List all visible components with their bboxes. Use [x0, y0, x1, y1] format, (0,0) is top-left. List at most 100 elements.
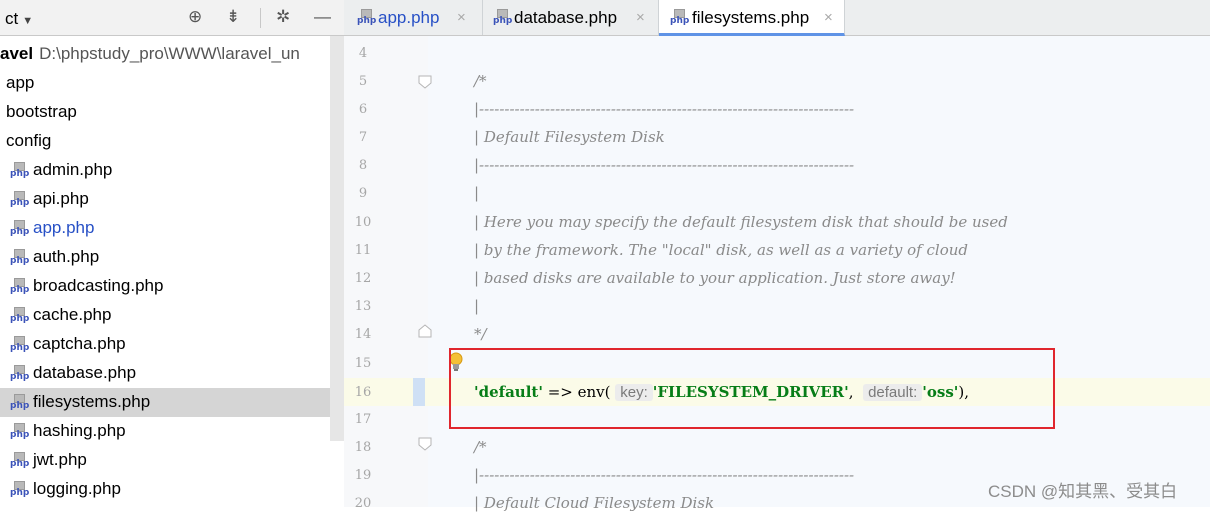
code-comment-line: /* — [474, 72, 487, 90]
globe-icon[interactable]: ⊕ — [188, 7, 202, 27]
php-file-icon: php — [493, 9, 512, 26]
php-file-icon: php — [10, 191, 29, 208]
line-number: 12 — [354, 271, 372, 286]
root-name: avel — [0, 44, 34, 63]
tree-file-label: auth.php — [33, 247, 100, 266]
highlight-annotation-box — [449, 348, 1055, 429]
line-number: 7 — [358, 130, 368, 145]
php-file-icon: php — [357, 9, 376, 26]
tree-file-item[interactable]: php broadcasting.php — [0, 272, 330, 301]
gear-icon[interactable]: ✲ — [276, 7, 290, 27]
code-comment-line: |---------------------------------------… — [474, 466, 855, 484]
tree-file-item[interactable]: php jwt.php — [0, 446, 330, 475]
line-number: 13 — [354, 299, 372, 314]
php-file-icon: php — [10, 423, 29, 440]
tree-file-label: jwt.php — [33, 450, 87, 469]
code-comment-line: |---------------------------------------… — [474, 100, 855, 118]
tab-label: app.php — [378, 8, 440, 27]
fold-end-marker-icon[interactable] — [418, 324, 432, 338]
php-file-icon: php — [10, 452, 29, 469]
php-file-icon: php — [10, 162, 29, 179]
tree-folder-config[interactable]: config — [0, 127, 330, 156]
tree-file-label: broadcasting.php — [33, 276, 164, 295]
line-number: 19 — [354, 468, 372, 483]
tree-file-label: app.php — [33, 218, 95, 237]
tab-database-php[interactable]: php database.php × — [483, 0, 659, 35]
tree-file-label: cache.php — [33, 305, 112, 324]
line-number: 8 — [358, 158, 368, 173]
tree-file-item[interactable]: php cache.php — [0, 301, 330, 330]
project-panel: ct ▼ ⊕ ⇟ ✲ — avel D:\phpstudy_pro\WWW\lara… — [0, 0, 344, 507]
tree-file-item[interactable]: php admin.php — [0, 156, 330, 185]
tree-file-item[interactable]: php logging.php — [0, 475, 330, 504]
line-number: 5 — [358, 74, 368, 89]
code-comment-line: | based disks are available to your appl… — [474, 269, 956, 287]
close-icon[interactable]: × — [824, 9, 833, 26]
tree-file-item[interactable]: php captcha.php — [0, 330, 330, 359]
code-comment-line: |---------------------------------------… — [474, 156, 855, 174]
close-icon[interactable]: × — [636, 9, 645, 26]
php-file-icon: php — [10, 278, 29, 295]
tree-file-item[interactable]: php auth.php — [0, 243, 330, 272]
tree-file-item[interactable]: php database.php — [0, 359, 330, 388]
tree-root[interactable]: avel D:\phpstudy_pro\WWW\laravel_un — [0, 40, 330, 69]
tab-label: database.php — [514, 8, 618, 27]
tree-file-label: api.php — [33, 189, 89, 208]
tree-file-item[interactable]: php api.php — [0, 185, 330, 214]
tree-file-label: filesystems.php — [33, 392, 151, 411]
code-comment-line: | Here you may specify the default files… — [474, 213, 1008, 231]
line-number: 18 — [354, 440, 372, 455]
tree-file-label: admin.php — [33, 160, 113, 179]
collapse-icon[interactable]: ⇟ — [226, 7, 240, 27]
line-number: 14 — [354, 327, 372, 342]
line-number: 20 — [354, 496, 372, 511]
project-view-label: ct — [5, 9, 19, 28]
project-view-dropdown[interactable]: ct ▼ — [5, 9, 33, 29]
line-number: 15 — [354, 356, 372, 371]
code-comment-line: | by the framework. The "local" disk, as… — [474, 241, 968, 259]
chevron-down-icon: ▼ — [22, 15, 34, 27]
code-comment-line: */ — [474, 325, 487, 343]
tree-file-item[interactable]: php app.php — [0, 214, 330, 243]
tab-filesystems-php[interactable]: php filesystems.php × — [659, 0, 845, 36]
close-icon[interactable]: × — [457, 9, 466, 26]
tree-file-label: database.php — [33, 363, 137, 382]
code-comment-line: | Default Cloud Filesystem Disk — [474, 494, 715, 512]
code-comment-line: | — [474, 297, 480, 315]
tree-file-item[interactable]: php hashing.php — [0, 417, 330, 446]
line-number: 16 — [354, 385, 372, 400]
tree-folder-label: config — [6, 131, 52, 150]
line-number: 6 — [358, 102, 368, 117]
code-comment-line: | — [474, 184, 480, 202]
minimize-icon[interactable]: — — [314, 7, 331, 27]
tree-folder-app[interactable]: app — [0, 69, 330, 98]
tree-file-item-selected[interactable]: php filesystems.php — [0, 388, 330, 417]
tree-folder-label: app — [6, 73, 35, 92]
line-number: 17 — [354, 412, 372, 427]
line-number: 9 — [358, 186, 368, 201]
php-file-icon: php — [10, 249, 29, 266]
line-number: 4 — [358, 46, 368, 61]
fold-marker-icon[interactable] — [418, 437, 432, 451]
project-scrollbar[interactable] — [330, 36, 344, 441]
tree-file-label: logging.php — [33, 479, 121, 498]
php-file-icon: php — [670, 9, 689, 26]
tab-label: filesystems.php — [692, 8, 810, 27]
fold-marker-icon[interactable] — [418, 75, 432, 89]
watermark: CSDN @知其黑、受其白 — [988, 482, 1178, 501]
tab-app-php[interactable]: php app.php × — [344, 0, 483, 35]
root-path: D:\phpstudy_pro\WWW\laravel_un — [39, 44, 300, 63]
line-number: 11 — [354, 243, 372, 258]
php-file-icon: php — [10, 481, 29, 498]
php-file-icon: php — [10, 365, 29, 382]
tree-folder-bootstrap[interactable]: bootstrap — [0, 98, 330, 127]
code-comment-line: | Default Filesystem Disk — [474, 128, 665, 146]
php-file-icon: php — [10, 220, 29, 237]
php-file-icon: php — [10, 394, 29, 411]
line-number: 10 — [354, 215, 372, 230]
header-divider — [260, 8, 261, 28]
tree-file-label: hashing.php — [33, 421, 126, 440]
code-comment-line: /* — [474, 438, 487, 456]
editor-tab-bar: php app.php × php database.php × php fil… — [344, 0, 1210, 36]
project-panel-header: ct ▼ ⊕ ⇟ ✲ — — [0, 0, 344, 36]
